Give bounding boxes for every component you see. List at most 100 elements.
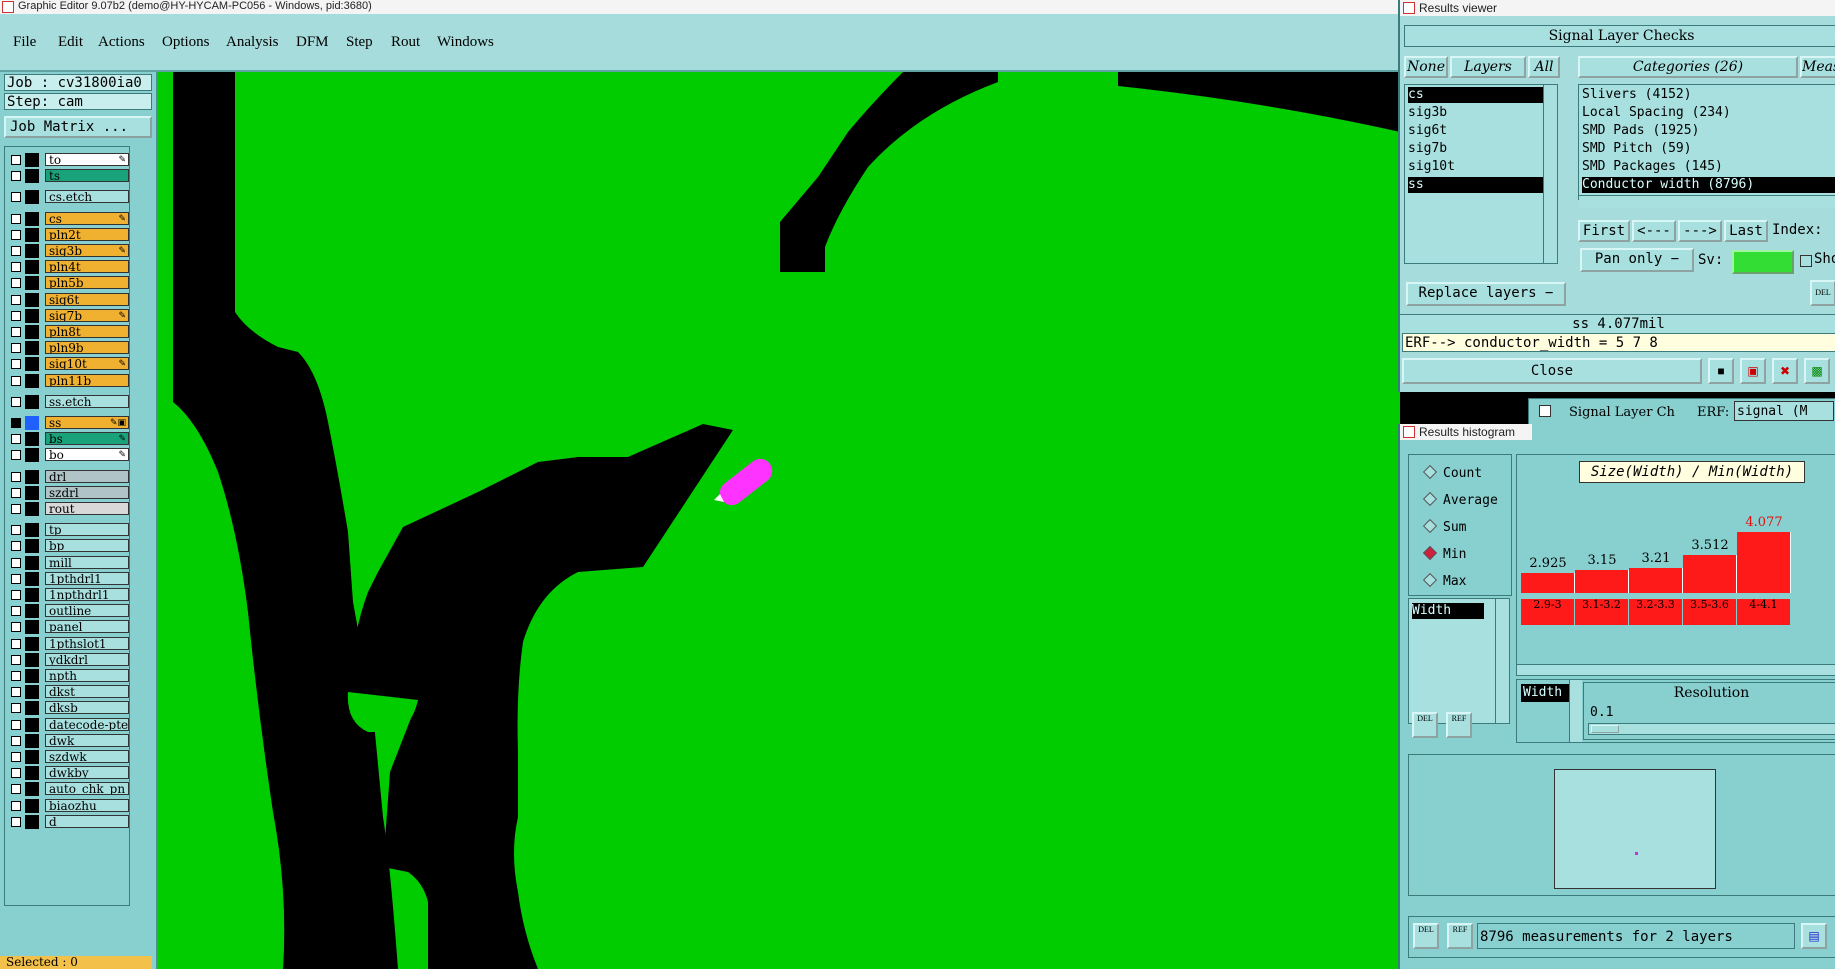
layer-row-dkst[interactable]: dkst bbox=[7, 685, 129, 700]
layer-swatch[interactable] bbox=[25, 604, 39, 619]
strip-checkbox[interactable] bbox=[1539, 405, 1551, 417]
layer-swatch[interactable] bbox=[25, 571, 39, 586]
menu-rout[interactable]: Rout bbox=[391, 34, 420, 51]
layer-swatch[interactable] bbox=[25, 750, 39, 764]
layer-swatch[interactable] bbox=[25, 341, 39, 356]
layer-swatch[interactable] bbox=[25, 227, 39, 242]
layer-checkbox[interactable] bbox=[11, 343, 21, 354]
layer-row-ss.etch[interactable]: ss.etch bbox=[7, 394, 129, 409]
layer-row-1pthslot1[interactable]: 1pthslot1 bbox=[7, 636, 129, 651]
layer-name[interactable]: 1npthdrl1 bbox=[45, 588, 129, 601]
layer-row-to[interactable]: to ✎ bbox=[7, 153, 129, 167]
layer-name[interactable]: tp bbox=[45, 523, 129, 537]
layer-swatch[interactable] bbox=[25, 448, 39, 463]
categories-listbox[interactable]: Slivers (4152) Local Spacing (234) SMD P… bbox=[1578, 84, 1835, 208]
measures-button[interactable]: Meas bbox=[1800, 56, 1835, 78]
report-icon[interactable]: ▣ bbox=[1740, 358, 1766, 384]
layer-swatch[interactable] bbox=[25, 652, 39, 667]
layer-swatch[interactable] bbox=[25, 260, 39, 275]
layer-swatch[interactable] bbox=[25, 701, 39, 716]
layer-name[interactable]: pln9b bbox=[45, 341, 129, 355]
attribute-listbox[interactable]: Width bbox=[1408, 598, 1510, 724]
layer-checkbox[interactable] bbox=[11, 606, 21, 617]
layer-row-dwkby[interactable]: dwkby bbox=[7, 766, 129, 781]
layer-swatch[interactable] bbox=[25, 292, 39, 307]
layer-swatch[interactable] bbox=[25, 469, 39, 484]
delete-icon[interactable]: DEL bbox=[1413, 923, 1439, 949]
layer-name[interactable]: pln2t bbox=[45, 227, 129, 241]
layer-name[interactable]: to ✎ bbox=[45, 153, 129, 166]
attribute-item[interactable]: Width bbox=[1412, 603, 1484, 619]
layer-checkbox[interactable] bbox=[11, 327, 21, 337]
layer-name[interactable]: mill bbox=[45, 555, 129, 569]
replace-layers-button[interactable]: Replace layers − bbox=[1406, 282, 1566, 306]
layer-swatch[interactable] bbox=[25, 523, 39, 538]
resolution-slider-thumb[interactable] bbox=[1591, 725, 1619, 733]
layer-swatch[interactable] bbox=[25, 636, 39, 651]
layer-row-rout[interactable]: rout bbox=[7, 502, 129, 516]
layer-checkbox[interactable] bbox=[11, 213, 21, 224]
menu-options[interactable]: Options bbox=[162, 34, 210, 51]
layer-swatch[interactable] bbox=[25, 798, 39, 813]
layer-row-d[interactable]: d bbox=[7, 814, 129, 829]
sv-color-select[interactable] bbox=[1732, 250, 1794, 274]
layer-row-bo[interactable]: bo ✎ bbox=[7, 448, 129, 463]
layer-row-bp[interactable]: bp bbox=[7, 539, 129, 554]
layer-checkbox[interactable] bbox=[11, 816, 21, 827]
layer-row-ydkdrl[interactable]: ydkdrl bbox=[7, 652, 129, 667]
layer-item[interactable]: sig6t bbox=[1408, 123, 1447, 139]
layer-name[interactable]: sig3b ✎ bbox=[45, 244, 129, 257]
delete-icon[interactable]: DEL bbox=[1412, 712, 1438, 738]
layer-name[interactable]: d bbox=[45, 814, 129, 828]
layer-swatch[interactable] bbox=[25, 485, 39, 500]
layer-row-sig3b[interactable]: sig3b ✎ bbox=[7, 244, 129, 258]
layer-checkbox[interactable] bbox=[11, 541, 21, 552]
job-matrix-button[interactable]: Job Matrix ... bbox=[4, 116, 152, 138]
layer-swatch[interactable] bbox=[25, 588, 39, 602]
layer-checkbox[interactable] bbox=[11, 590, 21, 600]
layer-name[interactable]: pln8t bbox=[45, 325, 129, 338]
layer-name[interactable]: 1pthdrl1 bbox=[45, 571, 129, 585]
layer-row-1npthdrl1[interactable]: 1npthdrl1 bbox=[7, 588, 129, 602]
layer-checkbox[interactable] bbox=[11, 622, 21, 633]
prev-button[interactable]: <--- bbox=[1632, 220, 1676, 242]
layer-swatch[interactable] bbox=[25, 555, 39, 570]
layer-row-pln5b[interactable]: pln5b bbox=[7, 276, 129, 291]
info-icon[interactable]: ■ bbox=[1708, 358, 1734, 384]
layer-swatch[interactable] bbox=[25, 502, 39, 516]
layers-scrollbar[interactable] bbox=[1543, 85, 1556, 263]
layer-swatch[interactable] bbox=[25, 685, 39, 700]
layer-name[interactable]: drl bbox=[45, 469, 129, 483]
menu-dfm[interactable]: DFM bbox=[296, 34, 329, 51]
layer-row-sig7b[interactable]: sig7b ✎ bbox=[7, 308, 129, 323]
layer-row-ts[interactable]: ts bbox=[7, 169, 129, 184]
all-button[interactable]: All bbox=[1528, 56, 1560, 78]
layer-checkbox[interactable] bbox=[11, 418, 21, 428]
layer-checkbox[interactable] bbox=[11, 504, 21, 514]
width-scrollbar[interactable] bbox=[1569, 680, 1582, 742]
radio-min[interactable]: Min bbox=[1422, 545, 1466, 564]
layer-name[interactable]: szdwk bbox=[45, 750, 129, 763]
categories-button[interactable]: Categories (26) bbox=[1578, 56, 1798, 78]
layer-swatch[interactable] bbox=[25, 244, 39, 258]
layer-item[interactable]: sig3b bbox=[1408, 105, 1447, 121]
close-button[interactable]: Close bbox=[1402, 358, 1702, 384]
layer-row-dksb[interactable]: dksb bbox=[7, 701, 129, 716]
layer-item[interactable]: sig7b bbox=[1408, 141, 1447, 157]
layer-swatch[interactable] bbox=[25, 620, 39, 635]
layer-checkbox[interactable] bbox=[11, 638, 21, 649]
category-item[interactable]: Local Spacing (234) bbox=[1582, 105, 1731, 121]
layer-swatch[interactable] bbox=[25, 814, 39, 829]
layer-checkbox[interactable] bbox=[11, 654, 21, 665]
layer-row-biaozhu[interactable]: biaozhu bbox=[7, 798, 129, 813]
chart-icon[interactable]: ▤ bbox=[1801, 923, 1827, 949]
categories-hscroll[interactable] bbox=[1579, 195, 1835, 208]
strip-erf-field[interactable]: signal (M bbox=[1734, 401, 1834, 421]
next-button[interactable]: ---> bbox=[1678, 220, 1722, 242]
histogram-bar[interactable] bbox=[1683, 555, 1737, 593]
layer-swatch[interactable] bbox=[25, 373, 39, 388]
layers-listbox[interactable]: cs sig3b sig6t sig7b sig10t ss bbox=[1404, 84, 1558, 264]
layer-swatch[interactable] bbox=[25, 733, 39, 748]
layer-row-sig6t[interactable]: sig6t bbox=[7, 292, 129, 307]
none-button[interactable]: None bbox=[1404, 56, 1448, 78]
